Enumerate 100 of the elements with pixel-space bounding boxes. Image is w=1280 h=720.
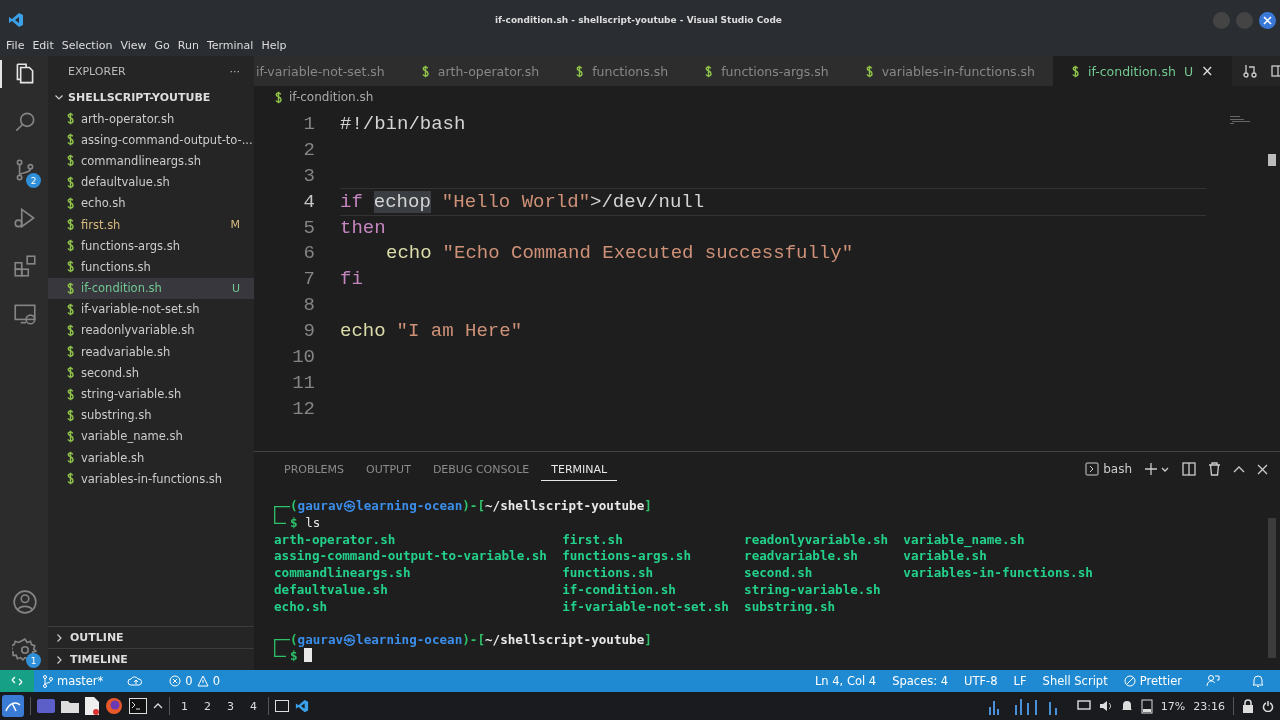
explorer-file[interactable]: if-condition.sh U: [48, 277, 254, 299]
folder-icon[interactable]: [61, 699, 79, 713]
file-name: arth-operator.sh: [274, 531, 397, 549]
shell-file-icon: [66, 112, 75, 126]
menu-item[interactable]: Run: [173, 38, 203, 52]
browser-icon[interactable]: [105, 697, 123, 715]
editor-tab[interactable]: variables-in-functions.sh: [846, 56, 1054, 86]
terminal-prompt-sign: $: [290, 648, 298, 666]
explorer-file[interactable]: functions.sh: [48, 256, 254, 278]
menu-item[interactable]: Help: [257, 38, 291, 52]
editor-tab[interactable]: functions.sh: [557, 56, 687, 86]
menu-item[interactable]: File: [2, 38, 29, 52]
problems-item[interactable]: 0 0: [161, 674, 228, 688]
menu-item[interactable]: Selection: [57, 38, 117, 52]
more-actions[interactable]: ···: [229, 64, 240, 78]
menu-item[interactable]: View: [116, 38, 151, 52]
shell-file-icon: [66, 260, 75, 274]
status-item[interactable]: UTF-8: [956, 674, 1006, 688]
chevron-icon: [54, 654, 64, 665]
window-icon[interactable]: [275, 700, 289, 712]
explorer-file[interactable]: echo.sh: [48, 192, 254, 214]
file-name: string-variable.sh: [744, 582, 882, 599]
panel-tab[interactable]: OUTPUT: [356, 457, 421, 481]
trash-icon[interactable]: [1208, 462, 1221, 476]
battery-level: 17%: [1160, 699, 1186, 713]
scrollbar[interactable]: [1268, 518, 1276, 658]
status-item[interactable]: LF: [1005, 674, 1035, 688]
compare-icon[interactable]: [1241, 63, 1258, 79]
shell-file-icon: [66, 408, 75, 422]
status-item[interactable]: Prettier: [1115, 674, 1190, 688]
code-editor-icon[interactable]: [295, 699, 309, 713]
close-icon[interactable]: [1257, 463, 1268, 475]
explorer-file[interactable]: functions-args.sh: [48, 235, 254, 257]
close-button[interactable]: [1259, 11, 1276, 29]
status-item[interactable]: Spaces: 4: [884, 674, 957, 688]
menu-item[interactable]: Terminal: [202, 38, 258, 52]
count-badge: 1: [26, 653, 41, 668]
explorer-file[interactable]: variable.sh: [48, 447, 254, 469]
app-logo-icon: [8, 12, 24, 28]
menu-item[interactable]: Go: [150, 38, 174, 52]
shell-file-icon: [66, 387, 75, 401]
panel-tab[interactable]: TERMINAL: [541, 457, 618, 481]
explorer-file[interactable]: variables-in-functions.sh: [48, 468, 254, 490]
explorer-file[interactable]: arth-operator.sh: [48, 108, 254, 130]
shell-file-icon: [66, 472, 75, 486]
panel-tab[interactable]: PROBLEMS: [274, 457, 355, 481]
volume-icon[interactable]: [1098, 700, 1113, 712]
explorer-file[interactable]: substring.sh: [48, 404, 254, 426]
branch-item[interactable]: master*: [34, 674, 112, 688]
explorer-file[interactable]: first.sh M: [48, 213, 254, 236]
status-item[interactable]: Shell Script: [1034, 674, 1116, 688]
notification-icon[interactable]: [1120, 699, 1133, 713]
warning-count: 0: [212, 674, 220, 688]
display-icon[interactable]: [1076, 700, 1091, 712]
shell-file-icon: [66, 451, 75, 465]
breadcrumb[interactable]: if-condition.sh: [289, 90, 374, 104]
editor-tab[interactable]: functions-args.sh: [686, 56, 847, 86]
section-header[interactable]: OUTLINE: [48, 626, 254, 648]
file-name: defaultvalue.sh: [274, 582, 389, 599]
extensions-icon[interactable]: [12, 253, 38, 279]
workspace-button[interactable]: 1: [176, 699, 193, 713]
code-token: then: [340, 216, 386, 239]
workspace-button[interactable]: 2: [199, 699, 216, 713]
line-number: 7: [302, 268, 316, 291]
editor-tab[interactable]: arth-operator.sh: [402, 56, 558, 86]
scrollbar[interactable]: [1268, 154, 1276, 166]
panel-tab[interactable]: DEBUG CONSOLE: [422, 457, 540, 481]
explorer-file[interactable]: defaultvalue.sh: [48, 171, 254, 193]
workspace-button[interactable]: 4: [245, 699, 262, 713]
account-icon[interactable]: [12, 589, 38, 615]
lock-icon[interactable]: [1242, 699, 1254, 713]
prompt-bracket-icon: [274, 639, 290, 649]
status-item[interactable]: Ln 4, Col 4: [806, 674, 885, 688]
power-icon[interactable]: [1262, 700, 1274, 712]
explorer-file[interactable]: readonlyvariable.sh: [48, 319, 254, 342]
menu-item[interactable]: Edit: [28, 38, 58, 52]
editor-tab[interactable]: if-condition.sh U ×: [1053, 56, 1232, 86]
add-terminal-icon[interactable]: [1144, 462, 1170, 476]
folder-header[interactable]: SHELLSCRIPT-YOUTUBE: [48, 86, 254, 108]
workspace-button[interactable]: 3: [222, 699, 239, 713]
terminal-selector[interactable]: bash: [1085, 462, 1132, 476]
shell-file-icon: [66, 154, 75, 168]
terminal-icon: [1085, 462, 1100, 476]
split-icon[interactable]: [1182, 462, 1196, 476]
explorer-file[interactable]: string-variable.sh: [48, 383, 254, 405]
settings-icon[interactable]: [12, 637, 38, 663]
explorer-file[interactable]: commandlineargs.sh: [48, 150, 254, 172]
chevron-up-icon[interactable]: [153, 702, 163, 710]
explorer-file[interactable]: readvariable.sh: [48, 341, 254, 363]
terminal-icon[interactable]: [129, 698, 147, 714]
explorer-file[interactable]: assing-command-output-to-...: [48, 129, 254, 151]
editor-tab[interactable]: if-variable-not-set.sh: [254, 56, 403, 86]
explorer-file[interactable]: if-variable-not-set.sh: [48, 298, 254, 320]
explorer-file[interactable]: variable_name.sh: [48, 425, 254, 447]
explorer-file[interactable]: second.sh: [48, 362, 254, 384]
start-menu-icon[interactable]: [2, 695, 24, 717]
chevron-up-icon[interactable]: [1233, 465, 1245, 473]
chevron-icon: [54, 92, 64, 102]
clock[interactable]: 23:16: [1193, 699, 1225, 713]
document-icon[interactable]: [85, 697, 99, 715]
